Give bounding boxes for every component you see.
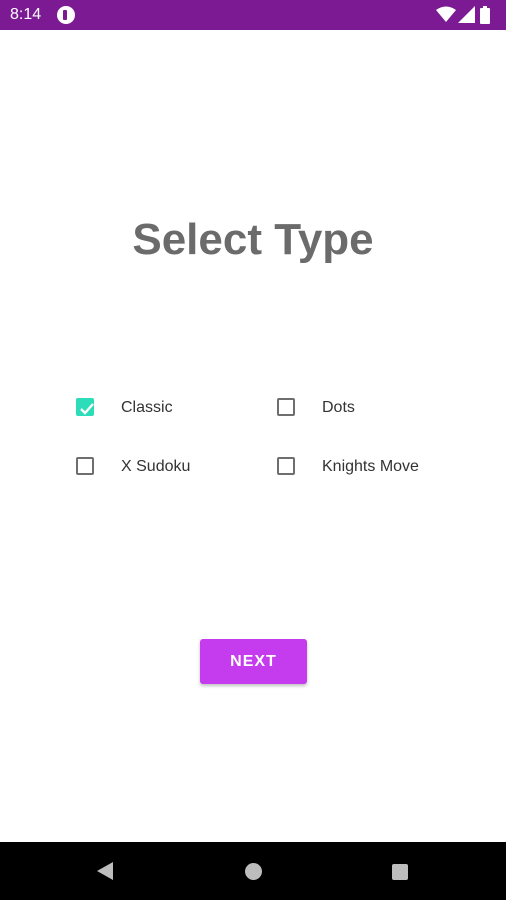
checkmark-icon — [80, 403, 94, 415]
option-dots[interactable]: Dots — [277, 394, 447, 424]
app-notification-icon — [57, 6, 75, 24]
option-label-knights-move: Knights Move — [322, 458, 419, 475]
status-bar: 8:14 — [0, 0, 506, 30]
battery-icon — [480, 6, 490, 24]
option-knights-move[interactable]: Knights Move — [277, 453, 467, 483]
option-label-dots: Dots — [322, 399, 355, 416]
option-x-sudoku[interactable]: X Sudoku — [76, 453, 246, 483]
home-icon[interactable] — [245, 863, 262, 880]
checkbox-knights-move[interactable] — [277, 457, 295, 475]
wifi-icon — [436, 6, 456, 22]
signal-icon — [458, 6, 475, 23]
checkbox-x-sudoku[interactable] — [76, 457, 94, 475]
navigation-bar — [0, 842, 506, 900]
option-label-x-sudoku: X Sudoku — [121, 458, 191, 475]
recents-icon[interactable] — [392, 864, 408, 880]
checkbox-classic[interactable] — [76, 398, 94, 416]
option-label-classic: Classic — [121, 399, 173, 416]
status-icons — [436, 6, 498, 24]
back-icon[interactable] — [95, 861, 115, 881]
page-title: Select Type — [132, 215, 374, 264]
next-button[interactable]: NEXT — [200, 639, 307, 684]
status-time: 8:14 — [10, 6, 42, 23]
checkbox-dots[interactable] — [277, 398, 295, 416]
option-classic[interactable]: Classic — [76, 394, 246, 424]
